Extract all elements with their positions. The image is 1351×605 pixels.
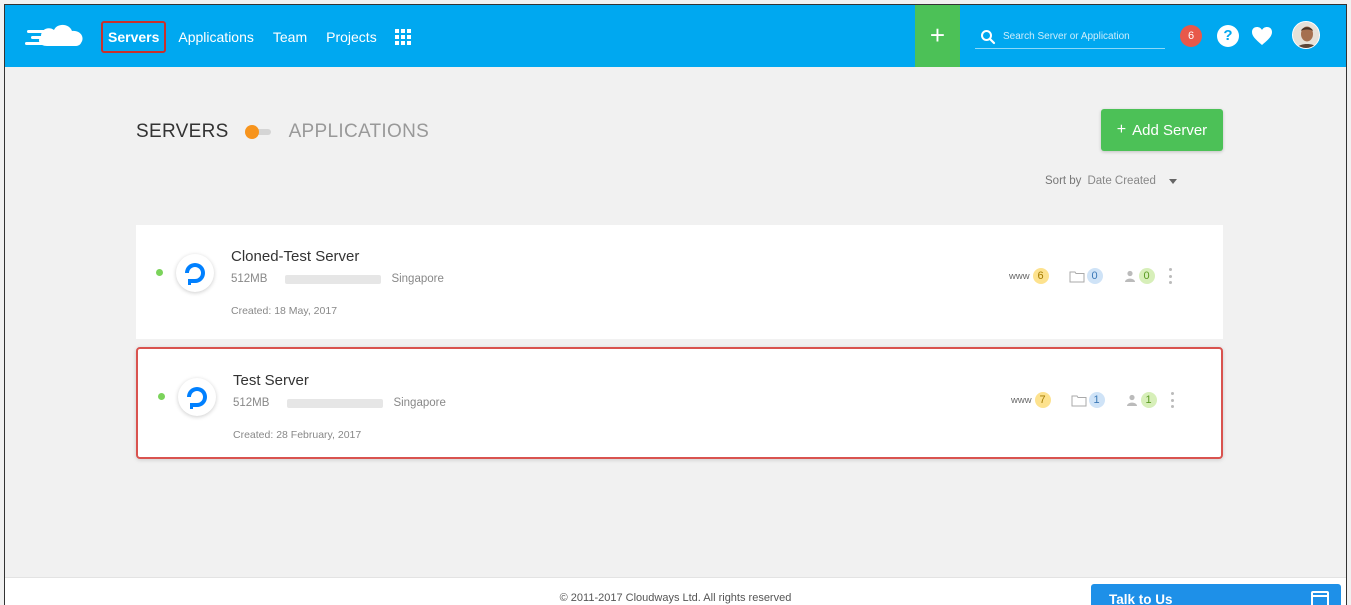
server-stats: www 6 0 0 [1009,268,1173,284]
search-input[interactable] [1003,31,1161,42]
status-indicator [158,393,165,400]
main-nav: Servers Applications Team Projects [101,21,412,53]
user-icon [1126,394,1137,406]
chat-window-icon [1311,591,1329,605]
server-meta: 512MB Singapore [233,397,446,409]
server-card[interactable]: Test Server 512MB Singapore Created: 28 … [136,347,1223,459]
www-label: www [1009,270,1030,282]
users-count[interactable]: 0 [1138,268,1155,284]
toggle-servers-label[interactable]: SERVERS [136,121,229,143]
server-created-date: Created: 18 May, 2017 [231,305,338,317]
sort-control: Sort by Date Created [1045,175,1183,187]
folders-count[interactable]: 0 [1086,268,1103,284]
add-server-button[interactable]: + Add Server [1101,109,1223,151]
notification-badge[interactable]: 6 [1180,25,1202,47]
heart-icon[interactable] [1251,26,1273,46]
user-icon [1124,270,1135,282]
talk-to-us-label: Talk to Us [1109,591,1173,605]
server-location: Singapore [391,273,444,285]
plus-icon: + [1116,121,1127,138]
more-options-icon[interactable] [1171,392,1175,408]
search-bar [975,25,1165,49]
server-created-date: Created: 28 February, 2017 [233,429,362,441]
server-meta: 512MB Singapore [231,273,444,285]
digitalocean-icon [176,254,214,292]
sort-value: Date Created [1087,175,1156,187]
server-name[interactable]: Cloned-Test Server [231,248,359,265]
server-ip-redacted [287,398,384,408]
user-avatar[interactable] [1292,21,1320,49]
cloudways-logo-icon[interactable] [25,20,91,52]
servers-applications-toggle: SERVERS APPLICATIONS [136,121,429,143]
nav-item-projects[interactable]: Projects [319,23,384,51]
server-name[interactable]: Test Server [233,372,309,389]
app-window: Servers Applications Team Projects + 6 ? [4,4,1347,605]
server-size: 512MB [231,273,268,285]
digitalocean-icon [178,378,216,416]
search-icon[interactable] [979,28,997,46]
apps-count[interactable]: 7 [1034,392,1051,408]
sort-select[interactable]: Date Created [1087,175,1183,187]
folder-icon [1069,271,1085,282]
top-navigation-bar: Servers Applications Team Projects + 6 ? [5,5,1346,67]
toggle-applications-label[interactable]: APPLICATIONS [289,121,430,143]
quick-add-button[interactable]: + [915,5,960,67]
add-server-label: Add Server [1132,121,1208,139]
users-count[interactable]: 1 [1140,392,1157,408]
server-card[interactable]: Cloned-Test Server 512MB Singapore Creat… [136,225,1223,339]
nav-item-applications[interactable]: Applications [171,23,261,51]
more-options-icon[interactable] [1169,268,1173,284]
help-button[interactable]: ? [1217,25,1239,47]
folder-icon [1071,395,1087,406]
www-label: www [1011,394,1032,406]
server-size: 512MB [233,397,270,409]
nav-item-servers[interactable]: Servers [101,21,167,53]
talk-to-us-button[interactable]: Talk to Us [1091,584,1341,605]
server-ip-redacted [285,274,382,284]
view-toggle-switch[interactable] [244,125,275,139]
folders-count[interactable]: 1 [1088,392,1105,408]
status-indicator [156,269,163,276]
server-stats: www 7 1 1 [1011,392,1175,408]
nav-item-team[interactable]: Team [266,23,314,51]
sort-label: Sort by [1045,175,1082,187]
server-location: Singapore [393,397,446,409]
apps-grid-icon[interactable] [394,28,412,46]
caret-down-icon [1169,179,1178,184]
apps-count[interactable]: 6 [1032,268,1049,284]
